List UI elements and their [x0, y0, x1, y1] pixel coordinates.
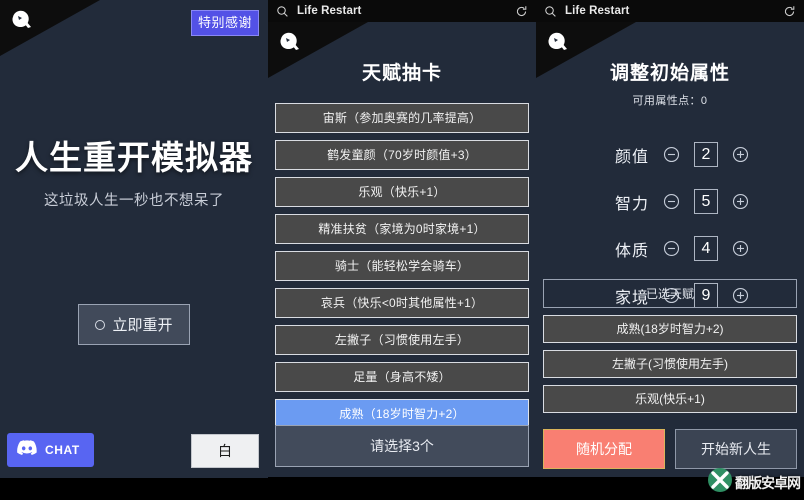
discord-icon — [17, 440, 37, 460]
talent-card[interactable]: 鹤发童颜（70岁时颜值+3） — [275, 140, 529, 170]
restart-now-label: 立即重开 — [112, 317, 173, 334]
screen-root: 特别感谢 人生重开模拟器 这垃圾人生一秒也不想呆了 立即重开 CHAT 白 Li… — [0, 0, 804, 500]
talent-card[interactable]: 哀兵（快乐<0时其他属性+1） — [275, 288, 529, 318]
attribute-value: 5 — [694, 189, 718, 214]
talent-card[interactable]: 宙斯（参加奥赛的几率提高） — [275, 103, 529, 133]
chosen-talent-item[interactable]: 左撇子(习惯使用左手) — [543, 350, 797, 378]
talent-card[interactable]: 乐观（快乐+1） — [275, 177, 529, 207]
start-new-life-button[interactable]: 开始新人生 — [675, 429, 797, 469]
special-thanks-badge[interactable]: 特别感谢 — [190, 10, 259, 36]
confirm-selection-button[interactable]: 请选择3个 — [275, 425, 529, 467]
circle-plus-icon[interactable] — [732, 146, 749, 163]
app-logo-icon — [545, 30, 571, 54]
circle-minus-icon[interactable] — [663, 193, 680, 210]
panel-left: 特别感谢 人生重开模拟器 这垃圾人生一秒也不想呆了 立即重开 CHAT 白 — [0, 0, 268, 500]
left-app-body: 特别感谢 人生重开模拟器 这垃圾人生一秒也不想呆了 立即重开 CHAT 白 — [0, 0, 268, 478]
attribute-row-intelligence: 智力 5 — [556, 189, 784, 214]
circle-plus-icon[interactable] — [732, 193, 749, 210]
circle-minus-icon[interactable] — [663, 240, 680, 257]
browser-title-right: Life Restart — [565, 5, 630, 17]
browser-chrome-right: Life Restart — [536, 0, 804, 22]
spinner-ring-icon — [95, 319, 106, 330]
browser-title-middle: Life Restart — [297, 5, 362, 17]
app-logo-icon — [9, 8, 35, 32]
circle-minus-icon[interactable] — [663, 146, 680, 163]
middle-app-body: 天赋抽卡 宙斯（参加奥赛的几率提高） 鹤发童颜（70岁时颜值+3） 乐观（快乐+… — [268, 22, 536, 477]
chosen-talents-header: 已选天赋 — [543, 279, 797, 308]
page-title: 人生重开模拟器 — [15, 139, 253, 176]
page-subtitle: 这垃圾人生一秒也不想呆了 — [44, 193, 224, 210]
browser-chrome-middle: Life Restart — [268, 0, 536, 22]
restart-button-wrap: 立即重开 — [0, 304, 268, 345]
right-app-body: 调整初始属性 可用属性点：0 颜值 2 智力 5 体质 4 家境 9 已选天赋 … — [536, 22, 804, 477]
right-action-bar: 随机分配 开始新人生 — [543, 429, 797, 469]
attribute-label: 智力 — [614, 195, 649, 213]
talent-card[interactable]: 左撇子（习惯使用左手） — [275, 325, 529, 355]
restart-now-button[interactable]: 立即重开 — [78, 304, 190, 345]
chosen-talents-section: 已选天赋 成熟(18岁时智力+2) 左撇子(习惯使用左手) 乐观(快乐+1) — [543, 279, 797, 420]
attribute-row-constitution: 体质 4 — [556, 236, 784, 261]
attribute-value: 4 — [694, 236, 718, 261]
middle-bottom-bar: 请选择3个 — [268, 425, 536, 467]
panel-right: Life Restart 调整初始属性 可用属性点：0 颜值 2 智力 5 体质… — [536, 0, 804, 500]
hero-block: 人生重开模拟器 这垃圾人生一秒也不想呆了 — [0, 139, 268, 210]
reload-icon[interactable] — [783, 5, 796, 18]
talent-card[interactable]: 骑士（能轻松学会骑车） — [275, 251, 529, 281]
attribute-row-charm: 颜值 2 — [556, 142, 784, 167]
circle-plus-icon[interactable] — [732, 240, 749, 257]
random-allocate-button[interactable]: 随机分配 — [543, 429, 665, 469]
talent-card[interactable]: 足量（身高不矮） — [275, 362, 529, 392]
chosen-talent-item[interactable]: 乐观(快乐+1) — [543, 385, 797, 413]
app-logo-icon — [277, 30, 303, 54]
talent-card-list: 宙斯（参加奥赛的几率提高） 鹤发童颜（70岁时颜值+3） 乐观（快乐+1） 精准… — [268, 103, 536, 466]
attribute-value: 2 — [694, 142, 718, 167]
talent-card[interactable]: 精准扶贫（家境为0时家境+1） — [275, 214, 529, 244]
available-points-label: 可用属性点：0 — [632, 95, 708, 107]
search-icon[interactable] — [544, 5, 557, 18]
attribute-label: 体质 — [614, 242, 649, 260]
reload-icon[interactable] — [515, 5, 528, 18]
discord-chat-label: CHAT — [45, 443, 80, 457]
attribute-label: 颜值 — [614, 148, 649, 166]
search-icon[interactable] — [276, 5, 289, 18]
chosen-talent-item[interactable]: 成熟(18岁时智力+2) — [543, 315, 797, 343]
language-toggle-button[interactable]: 白 — [191, 434, 259, 468]
discord-chat-button[interactable]: CHAT — [7, 433, 94, 467]
panel-middle: Life Restart 天赋抽卡 宙斯（参加奥赛的几率提高） 鹤发童颜（70岁… — [268, 0, 536, 500]
